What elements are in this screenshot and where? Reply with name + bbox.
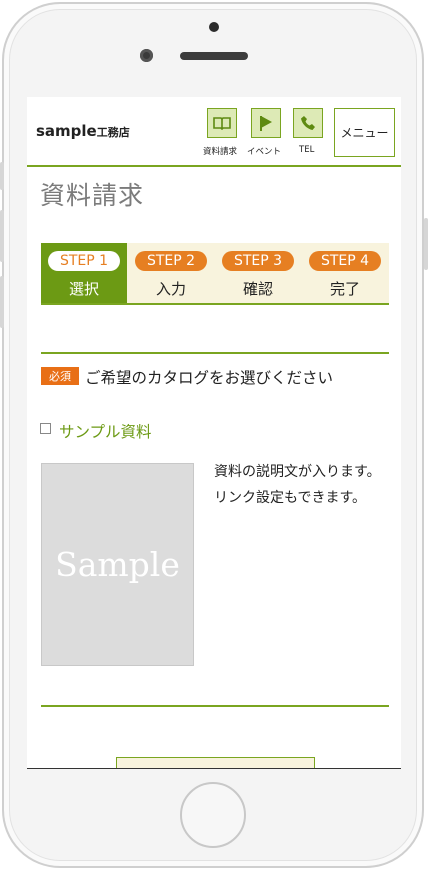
header-tel-button[interactable] bbox=[293, 108, 323, 138]
catalog-thumbnail[interactable]: Sample bbox=[41, 463, 194, 666]
flag-icon bbox=[260, 116, 272, 131]
catalog-question: ご希望のカタログをお選びください bbox=[85, 369, 334, 387]
phone-camera bbox=[140, 49, 153, 62]
phone-sensor bbox=[209, 22, 219, 32]
step-3-badge: STEP 3 bbox=[222, 251, 294, 271]
screen: sample工務店 資料請求 イベント TEL メニュー 資料請求 STEP 1… bbox=[27, 97, 401, 769]
step-3: STEP 3 確認 bbox=[215, 243, 301, 303]
phone-volume-up bbox=[0, 210, 4, 262]
sample-catalog-checkbox[interactable] bbox=[40, 423, 51, 434]
phone-side-button bbox=[0, 162, 4, 190]
step-4-badge: STEP 4 bbox=[309, 251, 381, 271]
phone-speaker bbox=[180, 52, 248, 60]
step-4: STEP 4 完了 bbox=[302, 243, 388, 303]
logo-sub: 工務店 bbox=[96, 126, 130, 139]
site-header: sample工務店 資料請求 イベント TEL メニュー bbox=[27, 97, 401, 167]
step-3-label: 確認 bbox=[242, 280, 273, 298]
section-divider-bottom bbox=[41, 705, 389, 707]
page-title: 資料請求 bbox=[40, 181, 145, 210]
step-2: STEP 2 入力 bbox=[128, 243, 214, 303]
step-1: STEP 1 選択 bbox=[41, 243, 127, 303]
logo-main: sample bbox=[36, 122, 97, 140]
step-1-badge: STEP 1 bbox=[48, 251, 120, 271]
required-badge: 必須 bbox=[41, 367, 79, 385]
section-divider-top bbox=[41, 352, 389, 354]
catalog-description: 資料の説明文が入ります。 リンク設定もできます。 bbox=[214, 459, 399, 511]
sample-catalog-label[interactable]: サンプル資料 bbox=[59, 420, 152, 442]
site-logo[interactable]: sample工務店 bbox=[36, 122, 130, 140]
phone-home-button[interactable] bbox=[180, 782, 246, 848]
thumbnail-text: Sample bbox=[55, 545, 180, 584]
header-event-button[interactable] bbox=[251, 108, 281, 138]
step-1-label: 選択 bbox=[68, 280, 99, 298]
step-2-badge: STEP 2 bbox=[135, 251, 207, 271]
description-line-2: リンク設定もできます。 bbox=[214, 490, 367, 506]
step-indicator: STEP 1 選択 STEP 2 入力 STEP 3 確認 STEP 4 完了 bbox=[41, 243, 389, 305]
phone-icon bbox=[301, 116, 315, 130]
next-button[interactable] bbox=[116, 757, 315, 768]
phone-power-button bbox=[424, 218, 428, 270]
header-request-label: 資料請求 bbox=[203, 147, 238, 157]
description-line-1: 資料の説明文が入ります。 bbox=[214, 464, 381, 480]
menu-button[interactable]: メニュー bbox=[334, 108, 395, 157]
header-tel-label: TEL bbox=[299, 145, 315, 155]
phone-volume-down bbox=[0, 276, 4, 328]
header-event-label: イベント bbox=[247, 147, 282, 157]
step-2-label: 入力 bbox=[155, 280, 186, 298]
step-4-label: 完了 bbox=[329, 280, 360, 298]
header-request-button[interactable] bbox=[207, 108, 237, 138]
book-icon bbox=[213, 117, 231, 130]
